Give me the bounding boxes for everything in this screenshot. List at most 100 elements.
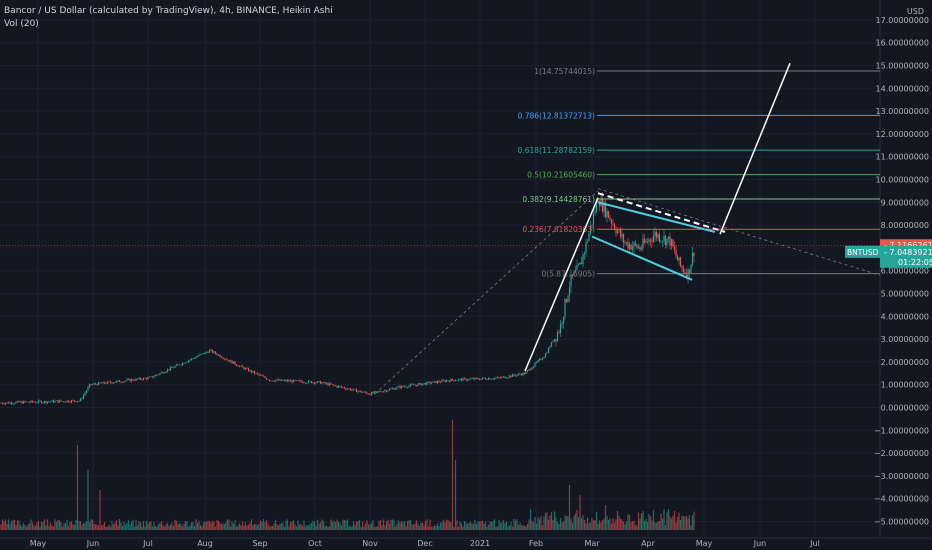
volume-indicator-label[interactable]: Vol (20): [4, 19, 39, 29]
candle-body: [232, 361, 235, 364]
volume-bar: [637, 512, 640, 530]
volume-bar: [343, 519, 346, 530]
candle-body: [420, 383, 422, 386]
volume-bar: [477, 521, 479, 530]
volume-bar: [609, 518, 611, 530]
candle-body: [238, 366, 241, 367]
volume-bar: [363, 526, 365, 530]
candle-body: [279, 379, 281, 381]
volume-bar: [555, 517, 557, 530]
candle-body: [495, 377, 497, 379]
volume-bar: [40, 521, 43, 530]
volume-bar: [633, 521, 635, 530]
candle-body: [511, 374, 514, 377]
volume-bar: [589, 522, 592, 530]
candle-body: [31, 400, 34, 403]
candle-body: [349, 388, 352, 391]
candle-body: [664, 235, 667, 245]
volume-bar: [291, 521, 293, 530]
countdown-text: 01:22:05: [898, 258, 932, 267]
price-tick-label: 2.00000000: [881, 358, 929, 367]
candle-body: [30, 400, 32, 403]
candle-body: [313, 382, 316, 384]
candle-body: [555, 339, 557, 341]
volume-bar: [403, 521, 406, 530]
candle-body: [469, 378, 472, 380]
candle-body: [228, 360, 230, 362]
candle-body: [205, 352, 208, 353]
candle-body: [663, 235, 665, 242]
volume-bar: [337, 521, 340, 530]
volume-bar: [348, 525, 350, 530]
volume-bar: [453, 526, 455, 530]
candle-body: [73, 400, 76, 402]
candle-body: [507, 377, 509, 379]
volume-bar: [105, 526, 107, 530]
candle-body: [666, 238, 668, 245]
volume-bar: [97, 525, 100, 530]
volume-bar: [450, 521, 452, 530]
volume-bar: [465, 522, 467, 530]
volume-bar: [186, 521, 188, 530]
price-tick-label: 4.00000000: [881, 312, 929, 321]
volume-bar: [268, 526, 271, 530]
volume-bar: [576, 510, 578, 530]
candle-body: [303, 382, 305, 384]
volume-bar: [646, 521, 649, 530]
volume-bar: [24, 524, 26, 530]
volume-bar: [234, 519, 236, 530]
volume-bar: [238, 523, 241, 530]
volume-bar: [357, 521, 359, 530]
candle-body: [9, 402, 11, 404]
candle-body: [105, 383, 107, 384]
volume-bar: [468, 522, 470, 530]
volume-bar: [393, 520, 395, 530]
volume-bar: [681, 515, 683, 530]
candle-body: [51, 400, 53, 402]
volume-bar: [361, 521, 364, 530]
volume-bar: [496, 526, 499, 530]
volume-bar: [222, 523, 224, 530]
candle-body: [300, 380, 302, 382]
price-chart[interactable]: 1(14.75744015) 0.786(12.81372713) 0.618(11…: [0, 0, 932, 550]
volume-bar: [90, 519, 92, 530]
candle-body: [102, 381, 104, 384]
volume-bar: [46, 519, 49, 530]
volume-bar: [597, 523, 599, 530]
volume-bar: [615, 519, 617, 530]
volume-bar: [313, 521, 316, 530]
candle-body: [123, 381, 125, 383]
candle-body: [267, 379, 269, 381]
candle-body: [657, 234, 659, 238]
candle-body: [676, 256, 679, 261]
candle-body: [429, 381, 431, 384]
volume-bar: [244, 522, 247, 530]
price-tick-label: 13.00000000: [876, 107, 929, 116]
volume-bar: [73, 525, 76, 530]
candle-body: [168, 369, 170, 371]
candle-body: [646, 241, 649, 242]
time-tick-label: May: [30, 539, 47, 548]
volume-bar: [382, 519, 385, 530]
candle-body: [186, 362, 188, 363]
candle-body: [637, 247, 640, 249]
candle-body: [118, 380, 121, 383]
volume-bar: [349, 526, 352, 530]
volume-bar: [328, 526, 331, 530]
candle-body: [375, 391, 377, 392]
candle-body: [169, 367, 172, 371]
volume-bar: [43, 519, 46, 530]
candle-body: [538, 358, 541, 361]
volume-bar: [355, 521, 358, 530]
volume-bar: [612, 518, 614, 530]
candle-body: [480, 378, 482, 380]
candle-body: [552, 341, 554, 343]
volume-bar: [327, 526, 329, 530]
time-tick-label: Dec: [417, 539, 432, 548]
volume-bar: [631, 521, 634, 530]
candle-body: [382, 391, 385, 393]
volume-bar: [588, 523, 590, 530]
volume-bar: [48, 525, 50, 530]
volume-bar: [27, 524, 29, 530]
time-axis: May Jun Jul Aug Sep Oct Nov Dec 2021 Feb Mar Apr May…: [30, 539, 820, 548]
